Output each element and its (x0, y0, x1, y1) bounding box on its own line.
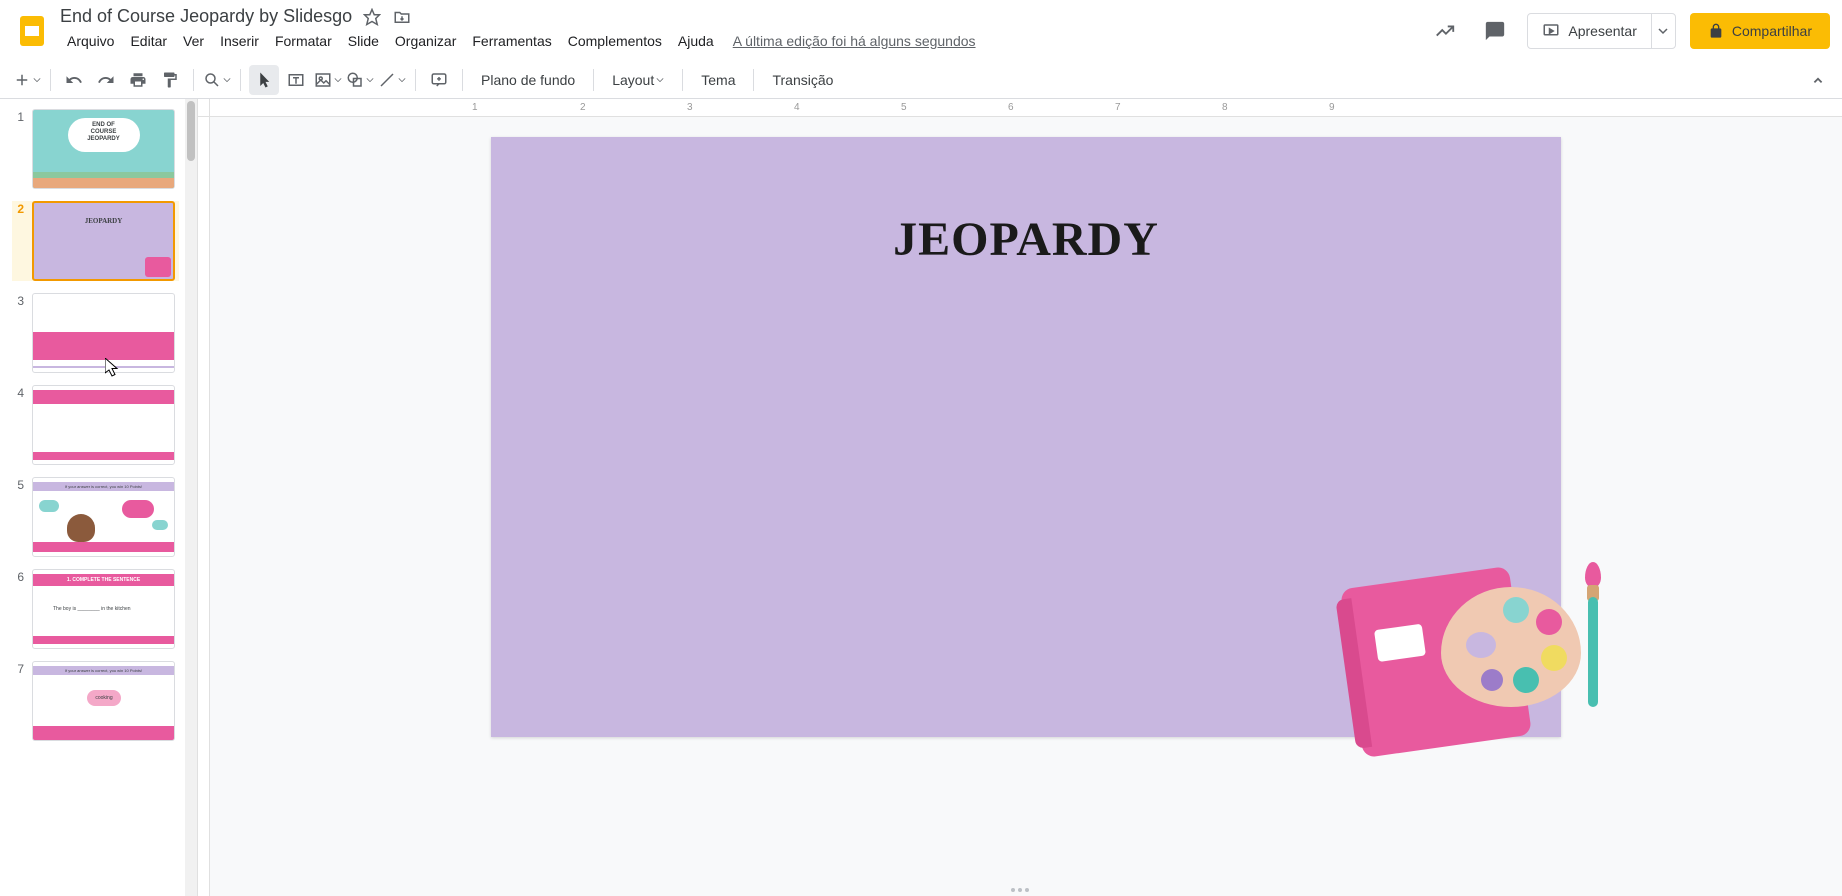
menu-insert[interactable]: Inserir (213, 29, 266, 53)
redo-button[interactable] (91, 65, 121, 95)
slide-thumbnail-7[interactable]: If your answer is correct, you win 10 Po… (32, 661, 175, 741)
shape-tool[interactable] (345, 65, 375, 95)
present-button[interactable]: Apresentar (1528, 14, 1650, 48)
line-tool[interactable] (377, 65, 407, 95)
textbox-tool[interactable] (281, 65, 311, 95)
thumb-number: 1 (12, 109, 24, 189)
slide-thumbnail-2[interactable]: JEOPARDY (32, 201, 175, 281)
collapse-toolbar-icon[interactable] (1806, 61, 1830, 99)
last-edit-link[interactable]: A última edição foi há alguns segundos (733, 33, 976, 49)
menu-edit[interactable]: Editar (123, 29, 174, 53)
horizontal-ruler[interactable]: 1 2 3 4 5 6 7 8 9 (210, 99, 1842, 117)
vertical-ruler[interactable] (198, 117, 210, 896)
lock-icon (1708, 23, 1724, 39)
brush-icon (1585, 557, 1601, 717)
background-button[interactable]: Plano de fundo (471, 66, 585, 94)
slides-app-icon[interactable] (12, 11, 52, 51)
paint-format-button[interactable] (155, 65, 185, 95)
transition-button[interactable]: Transição (762, 66, 843, 94)
canvas-area: 1 2 3 4 5 6 7 8 9 JEOPARDY (198, 99, 1842, 896)
menu-format[interactable]: Formatar (268, 29, 339, 53)
share-button[interactable]: Compartilhar (1690, 13, 1830, 49)
menubar: Arquivo Editar Ver Inserir Formatar Slid… (60, 27, 1419, 55)
slide-title-text[interactable]: JEOPARDY (893, 212, 1159, 267)
share-label: Compartilhar (1732, 23, 1812, 39)
slide-canvas[interactable]: JEOPARDY (491, 137, 1561, 737)
new-slide-button[interactable] (12, 65, 42, 95)
slide-panel: 1 END OFCOURSEJEOPARDY 2 JEOPARDY 3 4 5 (0, 99, 198, 896)
thumb-number: 2 (12, 201, 24, 281)
comments-icon[interactable] (1477, 13, 1513, 49)
thumb-number: 5 (12, 477, 24, 557)
menu-view[interactable]: Ver (176, 29, 211, 53)
image-tool[interactable] (313, 65, 343, 95)
slide-thumbnail-4[interactable] (32, 385, 175, 465)
thumb-number: 6 (12, 569, 24, 649)
move-folder-icon[interactable] (392, 7, 412, 27)
speaker-notes-drag-handle[interactable] (1011, 888, 1029, 892)
thumb-number: 3 (12, 293, 24, 373)
layout-button[interactable]: Layout (602, 66, 674, 94)
star-icon[interactable] (362, 7, 382, 27)
thumb-number: 4 (12, 385, 24, 465)
activity-icon[interactable] (1427, 13, 1463, 49)
menu-addons[interactable]: Complementos (561, 29, 669, 53)
menu-arrange[interactable]: Organizar (388, 29, 463, 53)
menu-tools[interactable]: Ferramentas (465, 29, 558, 53)
slide-thumbnail-1[interactable]: END OFCOURSEJEOPARDY (32, 109, 175, 189)
zoom-button[interactable] (202, 65, 232, 95)
doc-title[interactable]: End of Course Jeopardy by Slidesgo (60, 6, 352, 27)
thumb-number: 7 (12, 661, 24, 741)
slide-thumbnail-6[interactable]: 1. COMPLETE THE SENTENCE The boy is ____… (32, 569, 175, 649)
slide-thumbnail-3[interactable] (32, 293, 175, 373)
menu-file[interactable]: Arquivo (60, 29, 121, 53)
print-button[interactable] (123, 65, 153, 95)
present-dropdown[interactable] (1651, 14, 1675, 48)
mouse-cursor-icon (105, 358, 119, 378)
slide-artwork[interactable] (1351, 567, 1611, 767)
ruler-corner (198, 99, 210, 117)
present-icon (1542, 22, 1560, 40)
menu-slide[interactable]: Slide (341, 29, 386, 53)
present-label: Apresentar (1568, 23, 1636, 39)
select-tool[interactable] (249, 65, 279, 95)
sidebar-scrollbar[interactable] (185, 99, 197, 896)
menu-help[interactable]: Ajuda (671, 29, 721, 53)
palette-icon (1441, 587, 1581, 707)
slide-thumbnail-5[interactable]: If your answer is correct, you win 10 Po… (32, 477, 175, 557)
toolbar: Plano de fundo Layout Tema Transição (0, 61, 1842, 99)
theme-button[interactable]: Tema (691, 66, 745, 94)
undo-button[interactable] (59, 65, 89, 95)
present-button-group: Apresentar (1527, 13, 1675, 49)
chevron-down-icon (1658, 26, 1668, 36)
comment-button[interactable] (424, 65, 454, 95)
